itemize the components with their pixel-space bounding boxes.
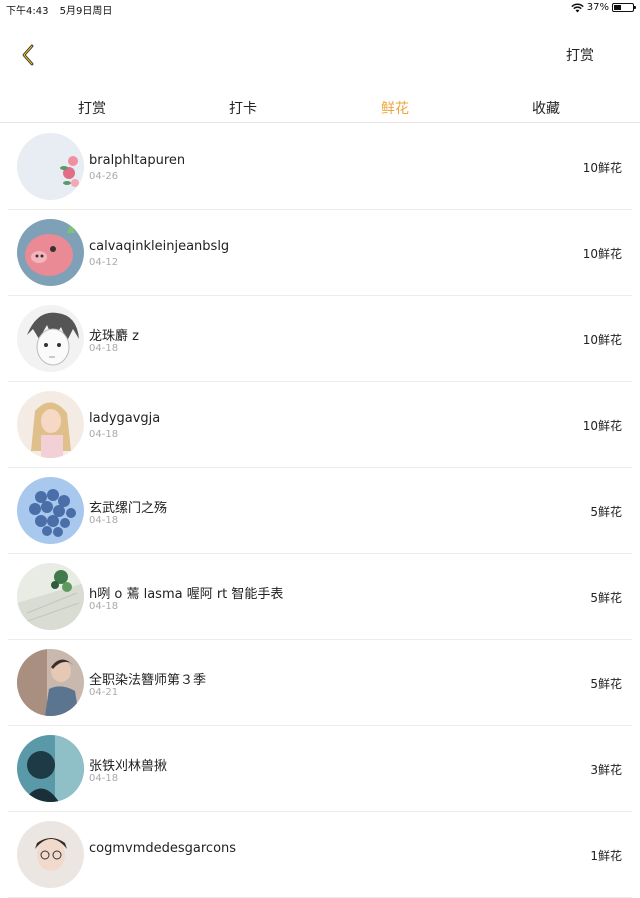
- user-name: 龙珠麝 z: [89, 329, 139, 344]
- flower-amount: 10鲜花: [582, 333, 622, 347]
- user-name: 张铁刈林兽揪: [89, 759, 168, 774]
- flower-list: bralphltapuren 04-26 10鲜花 calvaqinkleinj…: [0, 124, 640, 898]
- gift-date: 04-18: [89, 601, 119, 612]
- user-name: bralphltapuren: [89, 153, 186, 168]
- flower-amount: 5鲜花: [590, 505, 622, 519]
- avatar: [17, 391, 84, 458]
- flower-amount: 5鲜花: [590, 591, 622, 605]
- back-button[interactable]: [16, 42, 42, 68]
- avatar: [17, 649, 84, 716]
- list-item[interactable]: ladygavgja 04-18 10鲜花: [8, 382, 632, 468]
- list-item[interactable]: cogmvmdedesgarcons 1鲜花: [8, 812, 632, 898]
- tab-bar: 打赏 打卡 鲜花 收藏: [0, 92, 640, 123]
- list-item[interactable]: 全职染法簪师第３季 04-21 5鲜花: [8, 640, 632, 726]
- user-name: 全职染法簪师第３季: [89, 673, 207, 688]
- list-item[interactable]: 张铁刈林兽揪 04-18 3鲜花: [8, 726, 632, 812]
- gift-date: 04-21: [89, 687, 119, 698]
- list-item[interactable]: 玄武缧门之殇 04-18 5鲜花: [8, 468, 632, 554]
- list-item[interactable]: h咧 o 蔫 lasma 喔阿 rt 智能手表 04-18 5鲜花: [8, 554, 632, 640]
- avatar: [17, 477, 84, 544]
- gift-date: 04-26: [89, 171, 119, 182]
- flower-amount: 3鲜花: [590, 763, 622, 777]
- list-item[interactable]: calvaqinkleinjeanbslg 04-12 10鲜花: [8, 210, 632, 296]
- wifi-icon: [571, 2, 584, 12]
- gift-date: 04-18: [89, 343, 119, 354]
- user-name: 玄武缧门之殇: [89, 501, 168, 516]
- chevron-left-icon: [22, 44, 34, 66]
- status-time-date: 下午4:43 5月9日周日: [6, 2, 112, 17]
- avatar: [17, 821, 84, 888]
- gift-date: 04-18: [89, 773, 119, 784]
- tab-favorites[interactable]: 收藏: [532, 98, 560, 118]
- flower-amount: 10鲜花: [582, 419, 622, 433]
- avatar: [17, 563, 84, 630]
- user-name: ladygavgja: [89, 411, 161, 426]
- gift-date: 04-12: [89, 257, 119, 268]
- user-name: calvaqinkleinjeanbslg: [89, 239, 230, 254]
- status-time: 下午4:43: [6, 6, 49, 17]
- flower-amount: 10鲜花: [582, 247, 622, 261]
- user-name: cogmvmdedesgarcons: [89, 841, 237, 856]
- list-item[interactable]: bralphltapuren 04-26 10鲜花: [8, 124, 632, 210]
- tab-reward[interactable]: 打赏: [78, 98, 106, 118]
- gift-date: 04-18: [89, 429, 119, 440]
- reward-button[interactable]: 打赏: [566, 45, 594, 65]
- battery-fill: [614, 5, 621, 10]
- flower-amount: 10鲜花: [582, 161, 622, 175]
- gift-date: 04-18: [89, 515, 119, 526]
- avatar: [17, 219, 84, 286]
- avatar: [17, 133, 84, 200]
- user-name: h咧 o 蔫 lasma 喔阿 rt 智能手表: [89, 587, 284, 602]
- list-item[interactable]: 龙珠麝 z 04-18 10鲜花: [8, 296, 632, 382]
- avatar: [17, 735, 84, 802]
- status-right: 37%: [571, 2, 636, 13]
- flower-amount: 5鲜花: [590, 677, 622, 691]
- status-date: 5月9日周日: [59, 6, 113, 17]
- avatar: [17, 305, 84, 372]
- battery-percent: 37%: [586, 2, 609, 13]
- battery-icon: [612, 3, 636, 12]
- tab-checkin[interactable]: 打卡: [229, 98, 257, 118]
- status-bar: 下午4:43 5月9日周日 37%: [0, 0, 640, 17]
- tab-flowers[interactable]: 鲜花: [381, 98, 409, 118]
- nav-bar: 打赏: [0, 30, 640, 80]
- flower-amount: 1鲜花: [590, 849, 622, 863]
